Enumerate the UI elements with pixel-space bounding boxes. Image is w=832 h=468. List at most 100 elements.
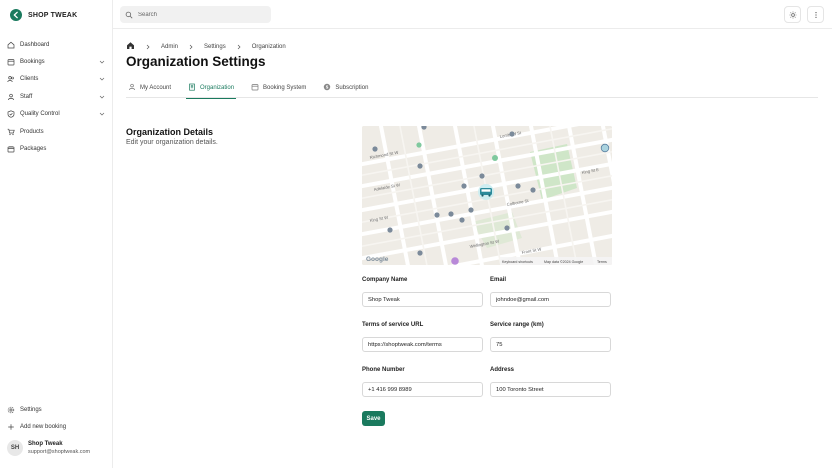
map-keyboard-shortcuts[interactable]: Keyboard shortcuts: [502, 260, 533, 264]
address-field: Address: [490, 367, 611, 397]
terms-url-field: Terms of service URL: [362, 322, 483, 352]
sidebar-item-label: Dashboard: [20, 41, 50, 48]
email-input[interactable]: [490, 292, 611, 307]
phone-field: Phone Number: [362, 367, 483, 397]
field-label: Company Name: [362, 277, 408, 283]
save-button[interactable]: Save: [362, 411, 385, 426]
map-poi-pin: [451, 257, 459, 265]
map-park-pin: [416, 142, 422, 148]
search-input[interactable]: [138, 11, 258, 18]
sidebar-item-packages[interactable]: Packages: [0, 140, 113, 157]
theme-toggle-button[interactable]: [784, 6, 801, 23]
field-label: Phone Number: [362, 367, 405, 373]
phone-input[interactable]: [362, 382, 483, 397]
field-label: Service range (km): [490, 322, 544, 328]
chevron-down-icon[interactable]: [98, 110, 106, 118]
sidebar-item-settings[interactable]: Settings: [0, 401, 113, 418]
field-label: Email: [490, 277, 507, 283]
more-vertical-icon: [812, 6, 820, 24]
app-root: SHOP TWEAK Dashboard Bookings Clients St…: [0, 0, 832, 468]
chevron-right-icon: [188, 44, 194, 50]
users-icon: [7, 75, 15, 83]
home-icon: [7, 41, 15, 49]
chevron-down-icon[interactable]: [98, 58, 106, 66]
field-label: Address: [490, 367, 515, 373]
brand-name: SHOP TWEAK: [28, 11, 78, 19]
building-icon: [188, 83, 196, 93]
logo-icon: [10, 9, 22, 21]
sidebar-item-label: Staff: [20, 93, 33, 100]
tab-label: Booking System: [263, 85, 307, 91]
sidebar-item-quality-control[interactable]: Quality Control: [0, 106, 113, 123]
plus-icon: [7, 423, 15, 431]
service-range-input[interactable]: [490, 337, 611, 352]
more-menu-button[interactable]: [807, 6, 824, 23]
address-input[interactable]: [490, 382, 611, 397]
sun-icon: [789, 6, 797, 24]
search-icon: [125, 6, 133, 24]
business-location-marker[interactable]: [478, 184, 494, 200]
tab-booking-system[interactable]: Booking System: [249, 78, 308, 98]
sidebar-item-dashboard[interactable]: Dashboard: [0, 36, 113, 53]
tab-label: Organization: [200, 85, 235, 91]
package-icon: [7, 145, 15, 153]
search-box[interactable]: [120, 6, 271, 23]
location-map[interactable]: Richmond St W Adelaide St W King St W We…: [362, 126, 612, 265]
map-transit-pin: [600, 143, 610, 153]
company-name-input[interactable]: [362, 292, 483, 307]
field-label: Terms of service URL: [362, 322, 424, 328]
sidebar-item-label: Settings: [20, 406, 42, 413]
main-content: Admin Settings Organization Organization…: [113, 29, 832, 468]
sidebar-nav: Dashboard Bookings Clients Staff Quality…: [0, 36, 113, 158]
tab-my-account[interactable]: My Account: [126, 78, 173, 98]
chevron-right-icon: [145, 44, 151, 50]
sidebar-item-staff[interactable]: Staff: [0, 88, 113, 105]
settings-tabs: My Account Organization Booking System $…: [126, 78, 818, 99]
sidebar-item-label: Add new booking: [20, 424, 67, 431]
email-field: Email: [490, 277, 611, 307]
shield-check-icon: [7, 110, 15, 118]
user-email: support@shoptweak.com: [28, 449, 91, 455]
breadcrumb: Admin Settings Organization: [126, 41, 286, 52]
sidebar: SHOP TWEAK Dashboard Bookings Clients St…: [0, 0, 113, 468]
tab-label: My Account: [140, 85, 172, 91]
chevron-down-icon[interactable]: [98, 93, 106, 101]
sidebar-item-bookings[interactable]: Bookings: [0, 53, 113, 70]
tab-label: Subscription: [335, 85, 369, 91]
sidebar-bottom: Settings Add new booking: [0, 401, 113, 436]
map-canvas[interactable]: Richmond St W Adelaide St W King St W We…: [362, 126, 612, 265]
breadcrumb-item-organization: Organization: [251, 43, 286, 50]
chevron-down-icon[interactable]: [98, 75, 106, 83]
avatar: SH: [7, 440, 23, 456]
sidebar-item-clients[interactable]: Clients: [0, 71, 113, 88]
chevron-right-icon: [236, 44, 242, 50]
map-terms-link[interactable]: Terms: [597, 260, 607, 264]
sidebar-item-label: Packages: [20, 146, 47, 153]
user-name: Shop Tweak: [28, 441, 63, 447]
section-title: Organization Details: [126, 127, 214, 137]
breadcrumb-item-settings[interactable]: Settings: [204, 44, 226, 50]
company-name-field: Company Name: [362, 277, 483, 307]
google-logo: Google: [366, 256, 389, 263]
calendar-icon: [7, 58, 15, 66]
tab-organization[interactable]: Organization: [186, 78, 237, 99]
sidebar-item-label: Clients: [20, 76, 39, 83]
section-subtitle: Edit your organization details.: [126, 139, 218, 146]
brand[interactable]: SHOP TWEAK: [10, 8, 77, 22]
map-park-pin: [492, 155, 498, 161]
calendar-icon: [251, 83, 259, 93]
breadcrumb-item-admin[interactable]: Admin: [161, 44, 178, 50]
user-icon: [128, 83, 136, 93]
user-profile[interactable]: SH Shop Tweak support@shoptweak.com: [7, 440, 90, 456]
dollar-icon: $: [323, 83, 331, 93]
terms-url-input[interactable]: [362, 337, 483, 352]
page-title: Organization Settings: [126, 54, 266, 69]
add-new-booking-button[interactable]: Add new booking: [0, 418, 113, 435]
home-icon[interactable]: [126, 41, 135, 52]
service-range-field: Service range (km): [490, 322, 611, 352]
tab-subscription[interactable]: $ Subscription: [321, 78, 370, 98]
sidebar-item-label: Bookings: [20, 59, 45, 66]
svg-text:$: $: [326, 85, 329, 90]
gear-icon: [7, 406, 15, 414]
sidebar-item-products[interactable]: Products: [0, 123, 113, 140]
